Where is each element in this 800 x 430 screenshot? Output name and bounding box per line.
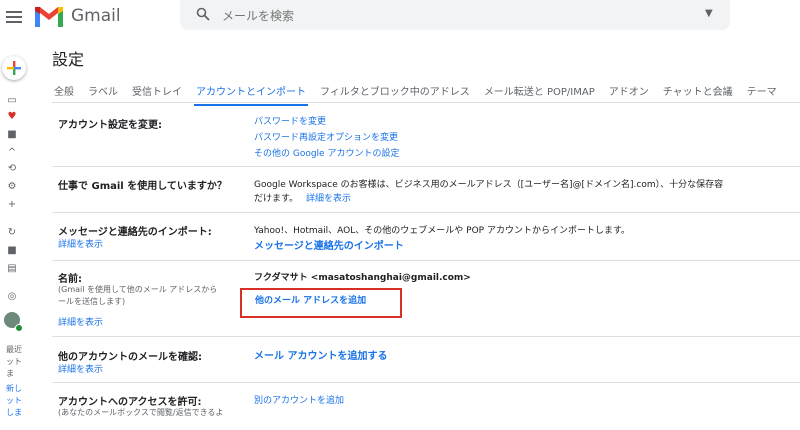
search-bar[interactable]: ▼ bbox=[180, 0, 730, 30]
divider bbox=[52, 260, 800, 261]
rail-text-1: 最近 bbox=[6, 345, 22, 354]
snooze-icon[interactable]: ⟲ bbox=[6, 164, 18, 174]
tab-themes[interactable]: テーマ bbox=[745, 81, 779, 104]
check-mail-details-link[interactable]: 詳細を表示 bbox=[58, 362, 103, 375]
workspace-text-2: だけます。 bbox=[254, 194, 299, 204]
label-icon[interactable]: ▭ bbox=[6, 96, 18, 106]
tab-chat-meet[interactable]: チャットと会議 bbox=[661, 81, 735, 104]
import-details-link[interactable]: 詳細を表示 bbox=[58, 237, 103, 250]
tab-general[interactable]: 全般 bbox=[52, 81, 76, 104]
tab-inbox[interactable]: 受信トレイ bbox=[130, 81, 184, 104]
account-settings-label: アカウント設定を変更: bbox=[58, 120, 162, 131]
search-icon[interactable] bbox=[196, 7, 210, 21]
status-dot bbox=[15, 324, 23, 332]
tab-filters[interactable]: フィルタとブロック中のアドレス bbox=[318, 81, 472, 104]
page-title: 設定 bbox=[52, 50, 85, 69]
compose-button[interactable] bbox=[2, 56, 26, 80]
top-bar: Gmail ▼ bbox=[0, 0, 800, 36]
tabs-divider bbox=[52, 102, 800, 103]
grant-access-label: アカウントへのアクセスを許可: bbox=[58, 397, 202, 408]
divider bbox=[52, 336, 800, 337]
app-name: Gmail bbox=[71, 6, 121, 26]
divider bbox=[52, 382, 800, 383]
name-details-link[interactable]: 詳細を表示 bbox=[58, 315, 103, 328]
password-recovery-link[interactable]: パスワード再設定オプションを変更 bbox=[254, 130, 398, 143]
rail-link-2[interactable]: ット bbox=[6, 395, 26, 406]
tab-forwarding[interactable]: メール転送と POP/IMAP bbox=[482, 81, 597, 104]
important-icon[interactable]: ♥ bbox=[6, 112, 18, 122]
chevron-up-icon[interactable]: ^ bbox=[6, 148, 18, 158]
settings-icon[interactable]: ⚙ bbox=[6, 182, 18, 192]
settings-tabs: 全般 ラベル 受信トレイ アカウントとインポート フィルタとブロック中のアドレス メール転… bbox=[52, 80, 789, 106]
change-password-link[interactable]: パスワードを変更 bbox=[254, 114, 326, 127]
tag-icon[interactable]: ■ bbox=[6, 130, 18, 140]
name-sublabel-2: ールを送信します) bbox=[58, 297, 126, 306]
highlight-box bbox=[240, 288, 402, 318]
chat-icon[interactable]: ◎ bbox=[6, 292, 18, 302]
check-mail-label: 他のアカウントのメールを確認: bbox=[58, 352, 202, 363]
import-label: メッセージと連絡先のインポート: bbox=[58, 227, 212, 238]
plus-icon bbox=[7, 61, 21, 75]
search-input[interactable] bbox=[220, 5, 674, 27]
divider bbox=[52, 166, 800, 167]
gmail-logo-icon[interactable] bbox=[32, 3, 66, 31]
search-options-icon[interactable]: ▼ bbox=[705, 8, 713, 19]
workspace-text-1: Google Workspace のお客様は、ビジネス用のメールアドレス（[ユー… bbox=[254, 180, 724, 190]
work-label: 仕事で Gmail を使用していますか？ bbox=[58, 181, 227, 192]
import-messages-link[interactable]: メッセージと連絡先のインポート bbox=[254, 237, 404, 252]
tab-labels[interactable]: ラベル bbox=[86, 81, 120, 104]
add-another-account-link[interactable]: 別のアカウントを追加 bbox=[254, 393, 344, 406]
main-menu-icon[interactable] bbox=[6, 8, 22, 24]
refresh-icon[interactable]: ↻ bbox=[6, 228, 18, 238]
account-name-value: フクダマサト <masatoshanghai@gmail.com> bbox=[254, 273, 471, 283]
work-details-link[interactable]: 詳細を表示 bbox=[306, 191, 351, 204]
rail-link-1[interactable]: 新し bbox=[6, 383, 26, 394]
rail-text-3: ま bbox=[6, 369, 14, 378]
name-sublabel-1: (Gmail を使用して他のメール アドレスから bbox=[58, 285, 218, 294]
grant-access-sublabel: (あなたのメールボックスで閲覧/返信できるよ bbox=[58, 408, 224, 417]
name-label: 名前: bbox=[58, 274, 82, 285]
add-mail-account-link[interactable]: メール アカウントを追加する bbox=[254, 347, 387, 362]
add-icon[interactable]: + bbox=[6, 200, 18, 210]
keyboard-icon[interactable]: ▤ bbox=[6, 264, 18, 274]
tab-addons[interactable]: アドオン bbox=[607, 81, 651, 104]
rail-link-3[interactable]: しま bbox=[6, 407, 26, 418]
rail-text-2: ット bbox=[6, 357, 22, 366]
video-icon[interactable]: ■ bbox=[6, 246, 18, 256]
google-account-settings-link[interactable]: その他の Google アカウントの設定 bbox=[254, 146, 399, 159]
divider bbox=[52, 212, 800, 213]
import-text: Yahoo!、Hotmail、AOL、その他のウェブメールや POP アカウント… bbox=[254, 226, 631, 236]
